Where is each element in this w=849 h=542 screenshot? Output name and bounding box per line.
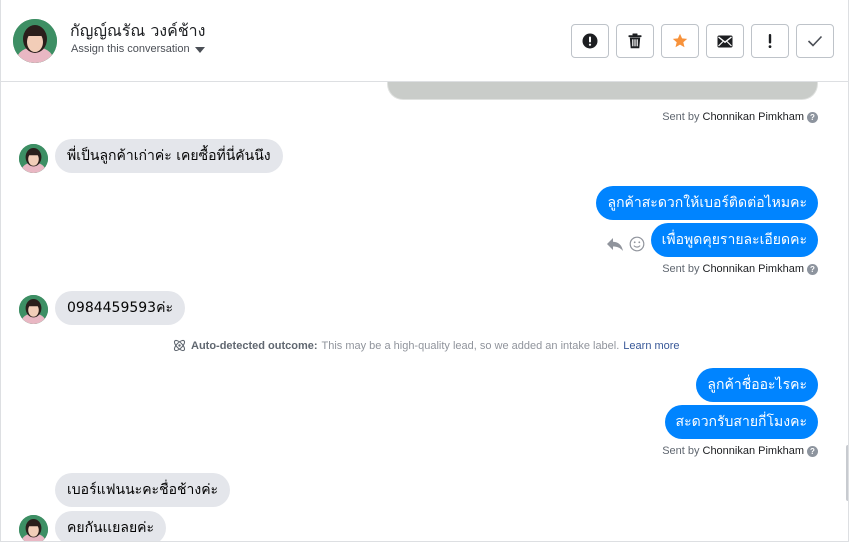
contact-avatar-small[interactable] [19,144,48,173]
assign-conversation-dropdown[interactable]: Assign this conversation [71,43,205,55]
contact-avatar-small[interactable] [19,515,48,541]
help-icon[interactable]: ? [807,263,818,275]
delete-button[interactable] [616,24,654,58]
envelope-icon [717,35,733,47]
star-button[interactable] [661,24,699,58]
outgoing-message[interactable]: ลูกค้าสะดวกให้เบอร์ติดต่อไหมคะ [596,186,818,220]
header-actions [571,24,834,58]
sent-by-label: Sent by Chonnikan Pimkham ? [662,263,818,275]
sender-name[interactable]: Chonnikan Pimkham [703,263,805,275]
emoji-icon[interactable] [629,236,645,252]
follow-up-button[interactable] [751,24,789,58]
contact-avatar-small[interactable] [19,295,48,324]
chevron-down-icon [194,46,205,53]
incoming-message[interactable]: 0984459593ค่ะ [55,291,185,325]
trash-icon [628,33,642,49]
incoming-message[interactable]: คยกันเเยลยค่ะ [55,511,167,541]
alert-circle-icon [582,33,598,49]
auto-detect-label: Auto-detected outcome: [191,339,318,352]
message-thread[interactable]: Sent by Chonnikan Pimkham ? พี่เป็นลูกค้… [1,82,848,541]
incoming-message[interactable]: พี่เป็นลูกค้าเก่าค่ะ เคยซื้อที่นี่คันนึง [55,139,283,173]
atom-icon [173,339,186,352]
help-icon[interactable]: ? [807,445,818,457]
learn-more-link[interactable]: Learn more [623,340,679,352]
help-icon[interactable]: ? [807,111,818,123]
assign-label: Assign this conversation [71,43,190,55]
auto-detected-outcome: Auto-detected outcome: This may be a hig… [172,338,680,353]
mark-done-button[interactable] [796,24,834,58]
reply-icon[interactable] [606,237,624,252]
conversation-panel: กัญญ์ณรัณ วงค์ช้าง Assign this conversat… [0,0,849,542]
sent-by-label: Sent by Chonnikan Pimkham ? [662,111,818,123]
image-attachment[interactable] [387,82,818,100]
report-spam-button[interactable] [571,24,609,58]
check-icon [807,35,823,47]
sender-name[interactable]: Chonnikan Pimkham [703,111,805,123]
outgoing-message[interactable]: ลูกค้าชื่ออะไรคะ [696,368,818,402]
outgoing-message[interactable]: สะดวกรับสายกี่โมงคะ [664,405,818,439]
auto-detect-text: This may be a high-quality lead, so we a… [321,339,620,352]
sent-by-label: Sent by Chonnikan Pimkham ? [662,445,818,457]
conversation-header: กัญญ์ณรัณ วงค์ช้าง Assign this conversat… [1,0,848,82]
sender-name[interactable]: Chonnikan Pimkham [703,445,805,457]
contact-name: กัญญ์ณรัณ วงค์ช้าง [70,21,206,40]
incoming-message[interactable]: เบอร์แฟนนะคะชื่อช้างค่ะ [55,473,231,507]
contact-avatar[interactable] [13,19,57,63]
message-tools [606,236,645,252]
mark-unread-button[interactable] [706,24,744,58]
outgoing-message[interactable]: เพื่อพูดคุยรายละเอียดคะ [650,223,818,257]
exclamation-icon [768,34,772,48]
star-icon [672,33,688,48]
